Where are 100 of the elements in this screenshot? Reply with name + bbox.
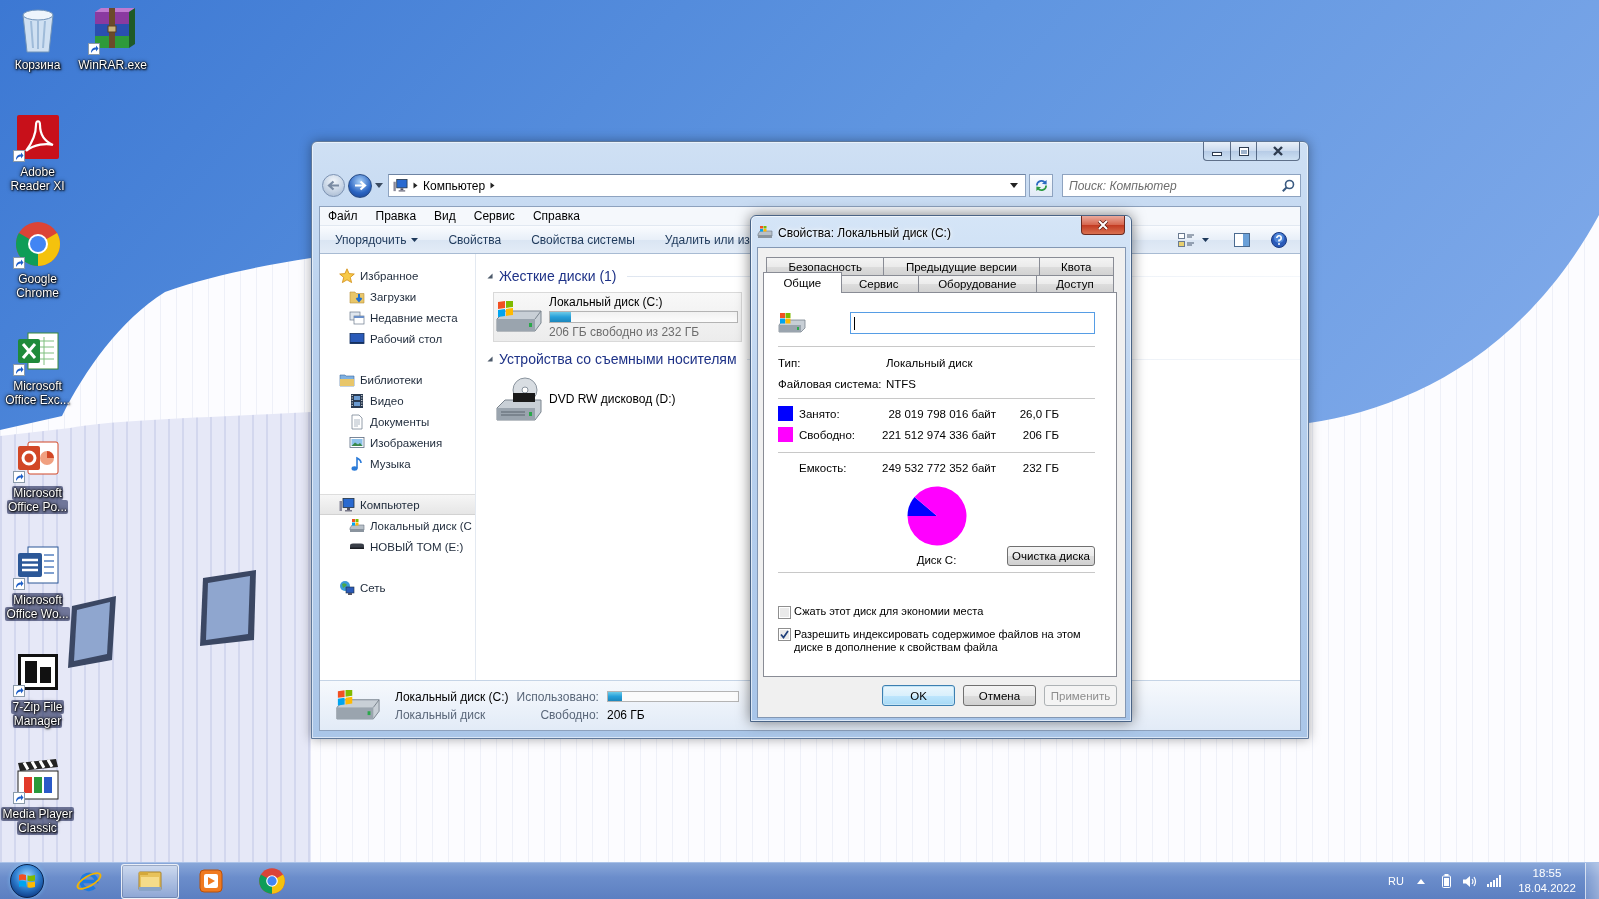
desktop-shortcut[interactable]: 7-Zip File Manager xyxy=(0,642,75,728)
optical-drive-icon xyxy=(495,376,543,422)
nav-item[interactable]: Документы xyxy=(320,411,475,432)
nav-item[interactable]: Изображения xyxy=(320,432,475,453)
close-button[interactable] xyxy=(1257,142,1300,161)
chevron-icon[interactable] xyxy=(490,182,496,189)
flag-icon xyxy=(18,873,36,889)
signal-bars-icon[interactable] xyxy=(1487,875,1501,887)
size-value: 232 ГБ xyxy=(1021,461,1059,474)
name-field[interactable] xyxy=(850,312,1095,334)
breadcrumb[interactable]: Компьютер xyxy=(423,178,486,193)
desktop-shortcut[interactable]: WinRAR.exe xyxy=(75,0,150,72)
drive-name: Локальный диск (C:) xyxy=(395,689,509,704)
minimize-button[interactable] xyxy=(1203,142,1230,161)
search-icon[interactable] xyxy=(1282,179,1295,192)
drive-tile[interactable]: Локальный диск (C:) 206 ГБ свободно из 232 ГБ xyxy=(493,292,742,342)
tab[interactable]: Доступ xyxy=(1035,275,1114,292)
desktop-shortcut[interactable]: Корзина xyxy=(0,0,75,72)
menu-item[interactable]: Вид xyxy=(434,209,456,223)
toolbar-button[interactable]: Удалить или из xyxy=(662,228,752,251)
desktop-shortcut[interactable]: Microsoft Office Wo... xyxy=(0,535,75,621)
refresh-icon xyxy=(1033,179,1049,192)
nav-item[interactable]: Библиотеки xyxy=(320,369,475,390)
disk-cleanup-button[interactable]: Очистка диска xyxy=(1007,546,1095,566)
nav-item[interactable]: Сеть xyxy=(320,577,475,598)
nav-item[interactable]: Загрузки xyxy=(320,286,475,307)
caret-icon[interactable] xyxy=(375,183,383,188)
desktop-shortcut[interactable]: Microsoft Office Exc... xyxy=(0,321,75,407)
nav-item[interactable]: Компьютер xyxy=(320,494,475,515)
group-header[interactable]: Устройства со съемными носителям xyxy=(499,351,737,367)
desktop-shortcut[interactable]: Google Chrome xyxy=(0,214,75,300)
triangle-down-icon[interactable] xyxy=(487,273,493,279)
address-bar[interactable]: Компьютер xyxy=(388,174,1026,197)
split-pane-icon[interactable] xyxy=(1234,232,1250,247)
document-icon xyxy=(349,413,365,430)
taskbar-button[interactable] xyxy=(121,863,179,899)
desktop-shortcut[interactable]: Microsoft Office Po... xyxy=(0,428,75,514)
music-note-icon xyxy=(349,455,365,472)
arrow-left-icon xyxy=(327,180,340,191)
field-label: Использовано: xyxy=(516,689,599,704)
maximize-button[interactable] xyxy=(1230,142,1257,161)
nav-item[interactable]: Видео xyxy=(320,390,475,411)
menu-item[interactable]: Справка xyxy=(532,209,580,223)
minimize-icon xyxy=(1212,152,1222,156)
battery-icon[interactable] xyxy=(1442,874,1451,888)
speaker-icon[interactable] xyxy=(1462,874,1477,888)
checkbox-label[interactable]: Сжать этот диск для экономии места xyxy=(794,605,984,618)
tab[interactable]: Оборудование xyxy=(917,275,1037,292)
tab[interactable]: Общие xyxy=(763,272,842,293)
toolbar-button[interactable]: Свойства xyxy=(446,228,504,251)
nav-item[interactable]: Рабочий стол xyxy=(320,328,475,349)
desktop-shortcut[interactable]: Media Player Classic xyxy=(0,749,75,835)
checkbox-label[interactable]: Разрешить индексировать содержимое файлов на этом диске в дополнение к свойствам файла xyxy=(794,627,1095,654)
drive-icon xyxy=(495,301,543,333)
refresh-button[interactable] xyxy=(1029,174,1053,197)
nav-item[interactable]: Избранное xyxy=(320,265,475,286)
caret-up-icon[interactable] xyxy=(1417,878,1425,884)
close-icon xyxy=(1097,220,1109,230)
usage-label: Занято: xyxy=(799,407,841,420)
group-header[interactable]: Жесткие диски (1) xyxy=(499,268,617,284)
dialog-button[interactable]: Отмена xyxy=(963,685,1036,706)
menu-item[interactable]: Файл xyxy=(328,209,358,223)
caret-icon[interactable] xyxy=(1202,237,1209,242)
toolbar-button[interactable]: Упорядочить xyxy=(333,228,421,251)
toolbar-button[interactable]: Свойства системы xyxy=(529,228,637,251)
checkbox[interactable] xyxy=(778,628,791,641)
forward-button[interactable] xyxy=(348,173,372,198)
clock[interactable]: 18:55 18.04.2022 xyxy=(1515,866,1579,896)
property-value: Локальный диск xyxy=(886,356,974,369)
checkbox[interactable] xyxy=(778,605,791,619)
usage-label: Емкость: xyxy=(799,461,848,474)
start-button[interactable] xyxy=(10,864,44,898)
chevron-icon[interactable] xyxy=(413,182,418,189)
nav-item[interactable]: Локальный диск (C xyxy=(320,515,475,536)
tab[interactable]: Квота xyxy=(1038,257,1114,275)
dialog-button[interactable]: OK xyxy=(882,685,955,706)
computer-icon xyxy=(393,178,408,193)
usage-label: Свободно: xyxy=(799,428,857,441)
tab[interactable]: Предыдущие версии xyxy=(883,257,1040,275)
menu-item[interactable]: Сервис xyxy=(473,209,515,223)
nav-item[interactable]: Недавние места xyxy=(320,307,475,328)
nav-item[interactable]: Музыка xyxy=(320,453,475,474)
caret-icon[interactable] xyxy=(1010,183,1018,188)
list-view-icon[interactable] xyxy=(1178,232,1194,247)
drive-name: Локальный диск (C:) xyxy=(549,294,664,310)
help-icon[interactable] xyxy=(1271,231,1287,248)
size-value: 26,0 ГБ xyxy=(1018,407,1059,420)
drive-icon xyxy=(335,690,381,721)
drive-tile[interactable]: DVD RW дисковод (D:) xyxy=(493,374,742,424)
play-icon xyxy=(197,867,225,895)
screen-icon xyxy=(349,333,365,344)
triangle-down-icon[interactable] xyxy=(487,356,493,362)
circle-logo-icon xyxy=(258,867,286,895)
window-stack-icon xyxy=(349,309,365,326)
nav-item[interactable]: НОВЫЙ ТОМ (E:) xyxy=(320,536,475,557)
close-button[interactable] xyxy=(1081,216,1125,235)
search-field[interactable]: Поиск: Компьютер xyxy=(1062,174,1301,197)
tab[interactable]: Безопасность xyxy=(766,257,885,275)
desktop-shortcut[interactable]: Adobe Reader XI xyxy=(0,107,75,193)
menu-item[interactable]: Правка xyxy=(375,209,417,223)
